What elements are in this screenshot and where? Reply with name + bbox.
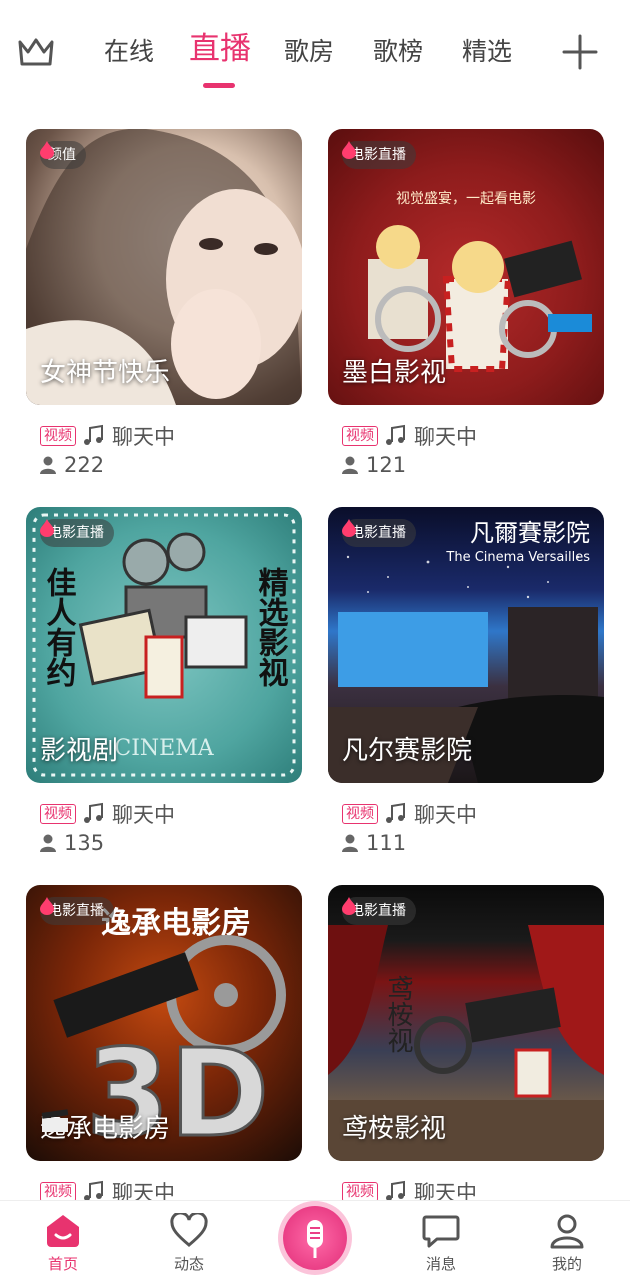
clapperboard-icon: [41, 1109, 69, 1132]
room-category-badge: 电影直播: [342, 141, 416, 169]
go-live-button[interactable]: [283, 1206, 347, 1270]
viewer-count: 135: [64, 831, 105, 855]
music-note-icon: [386, 802, 405, 823]
room-title: 鸢桉影视: [342, 1114, 447, 1144]
tab-song-room[interactable]: 歌房: [284, 34, 334, 70]
user-icon: [550, 1214, 584, 1249]
theater-name-text: 凡爾賽影院: [470, 519, 590, 547]
tab-online[interactable]: 在线: [104, 34, 154, 70]
room-category-badge: 电影直播: [40, 897, 114, 925]
room-category-badge: 电影直播: [40, 519, 114, 547]
music-note-icon: [84, 424, 103, 445]
nav-home[interactable]: 首页: [23, 1213, 103, 1274]
cinema-text: CINEMA: [114, 736, 214, 761]
person-icon: [40, 456, 56, 474]
room-thumbnail[interactable]: 颜值 女神节快乐: [26, 129, 302, 405]
viewer-count: 121: [366, 453, 407, 477]
room-thumbnail[interactable]: 视觉盛宴，一起看电影 电影直播 墨白影视: [328, 129, 604, 405]
video-tag: 视频: [40, 804, 76, 824]
tab-song-chart[interactable]: 歌榜: [373, 34, 423, 70]
flame-icon: [342, 141, 356, 159]
room-title: 凡尔赛影院: [342, 736, 473, 766]
nav-feed[interactable]: 动态: [149, 1213, 229, 1274]
top-nav: 在线 直播 歌房 歌榜 精选: [0, 0, 630, 100]
room-card[interactable]: 视觉盛宴，一起看电影 电影直播 墨白影视 视频 聊天中 121: [328, 129, 604, 477]
room-category-badge: 电影直播: [342, 519, 416, 547]
person-icon: [40, 834, 56, 852]
flame-icon: [40, 141, 54, 159]
video-tag: 视频: [342, 804, 378, 824]
room-status: 聊天中: [414, 425, 477, 449]
music-note-icon: [386, 424, 405, 445]
right-vertical-text: 精选影视: [253, 567, 289, 687]
room-status: 聊天中: [414, 803, 477, 827]
video-tag: 视频: [342, 1182, 378, 1202]
plus-icon[interactable]: [562, 34, 598, 70]
person-icon: [342, 456, 358, 474]
flame-icon: [40, 519, 54, 537]
music-note-icon: [84, 802, 103, 823]
vertical-title-text: 鸢桉视: [383, 975, 413, 1053]
flame-icon: [342, 519, 356, 537]
active-tab-indicator: [203, 83, 235, 88]
tab-featured[interactable]: 精选: [462, 34, 512, 70]
flame-icon: [342, 897, 356, 915]
theater-subtitle-text: The Cinema Versailles: [445, 550, 590, 565]
room-title: 墨白影视: [342, 358, 447, 388]
room-title: 影视剧: [40, 736, 119, 766]
video-tag: 视频: [342, 426, 378, 446]
room-card[interactable]: 佳人有约 精选影视 CINEMA 电影直播 影视剧 视频 聊天中 135: [26, 507, 302, 855]
tab-live[interactable]: 直播: [189, 31, 251, 67]
nav-messages[interactable]: 消息: [401, 1213, 481, 1274]
room-status: 聊天中: [112, 425, 175, 449]
message-icon: [422, 1215, 460, 1248]
room-card[interactable]: 鸢桉视 电影直播 鸢桉影视 视频 聊天中: [328, 885, 604, 1205]
video-tag: 视频: [40, 1182, 76, 1202]
room-card[interactable]: 凡爾賽影院 The Cinema Versailles 电影直播 凡尔赛影院 视…: [328, 507, 604, 855]
room-card[interactable]: 颜值 女神节快乐 视频 聊天中 222: [26, 129, 302, 477]
heart-icon: [170, 1213, 208, 1247]
room-thumbnail[interactable]: 逸承电影房 3D 电影直播 逸承电影房: [26, 885, 302, 1161]
flame-icon: [40, 897, 54, 915]
nav-profile[interactable]: 我的: [527, 1213, 607, 1274]
room-thumbnail[interactable]: 鸢桉视 电影直播 鸢桉影视: [328, 885, 604, 1161]
room-title: 逸承电影房: [40, 1108, 170, 1145]
microphone-icon: [307, 1220, 323, 1258]
room-title: 女神节快乐: [40, 358, 171, 388]
room-status: 聊天中: [112, 803, 175, 827]
home-icon: [47, 1215, 79, 1247]
room-category-badge: 电影直播: [342, 897, 416, 925]
person-icon: [342, 834, 358, 852]
viewer-count: 111: [366, 831, 407, 855]
banner-text: 视觉盛宴，一起看电影: [396, 190, 536, 207]
viewer-count: 222: [64, 453, 105, 477]
video-tag: 视频: [40, 426, 76, 446]
room-thumbnail[interactable]: 佳人有约 精选影视 CINEMA 电影直播 影视剧: [26, 507, 302, 783]
room-card[interactable]: 逸承电影房 3D 电影直播 逸承电影房 视频 聊天中: [26, 885, 302, 1205]
left-vertical-text: 佳人有约: [41, 567, 77, 687]
crown-icon[interactable]: [16, 34, 56, 70]
room-category-badge: 颜值: [40, 141, 86, 169]
room-thumbnail[interactable]: 凡爾賽影院 The Cinema Versailles 电影直播 凡尔赛影院: [328, 507, 604, 783]
